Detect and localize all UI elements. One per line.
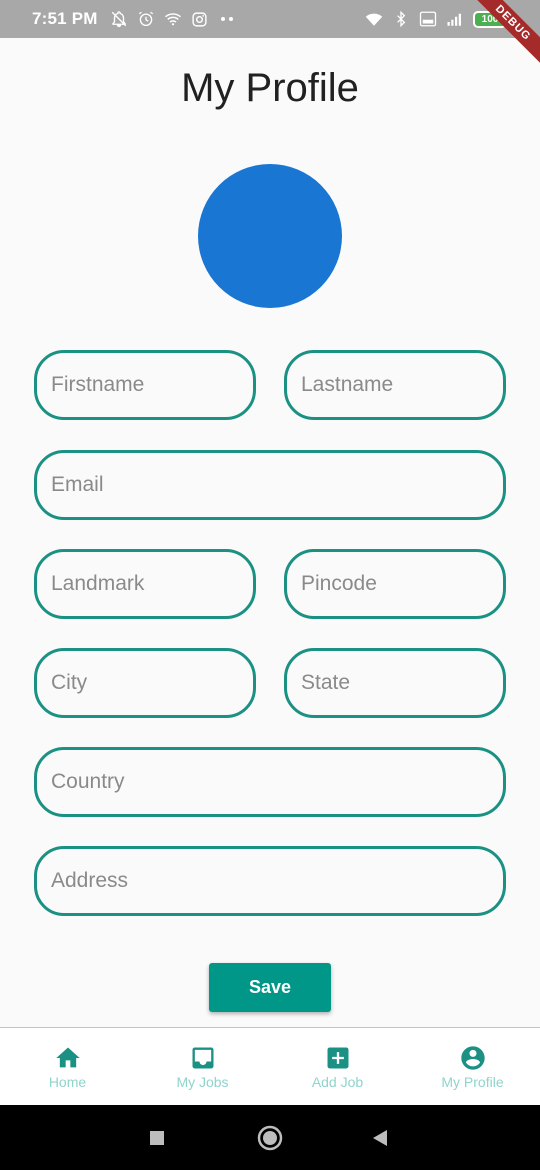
back-button[interactable] <box>371 1129 389 1147</box>
state-field[interactable] <box>284 648 506 718</box>
volte-icon <box>419 10 437 28</box>
lastname-field[interactable] <box>284 350 506 420</box>
avatar[interactable] <box>198 164 342 308</box>
system-nav-bar <box>0 1105 540 1170</box>
status-bar: 7:51 PM 100 <box>0 0 540 38</box>
wifi-signal-icon <box>365 10 383 28</box>
address-input[interactable] <box>51 869 503 893</box>
lastname-input[interactable] <box>301 373 503 397</box>
nav-item-home[interactable]: Home <box>0 1028 135 1105</box>
account-circle-icon <box>459 1044 487 1072</box>
firstname-field[interactable] <box>34 350 256 420</box>
wifi-icon <box>164 10 182 28</box>
home-icon <box>54 1044 82 1072</box>
email-field[interactable] <box>34 450 506 520</box>
status-left-icons <box>110 10 236 28</box>
nav-item-my-jobs[interactable]: My Jobs <box>135 1028 270 1105</box>
notifications-off-icon <box>110 10 128 28</box>
pincode-field[interactable] <box>284 549 506 619</box>
status-right-icons: 100 <box>365 10 510 28</box>
instagram-icon <box>191 10 209 28</box>
nav-label-home: Home <box>48 1074 87 1090</box>
nav-label-my-profile: My Profile <box>441 1074 504 1090</box>
landmark-input[interactable] <box>51 572 253 596</box>
bluetooth-icon <box>392 10 410 28</box>
recents-button[interactable] <box>149 1130 165 1146</box>
nav-item-add-job[interactable]: Add Job <box>270 1028 405 1105</box>
battery-icon: 100 <box>473 10 510 28</box>
country-field[interactable] <box>34 747 506 817</box>
bottom-nav: Home My Jobs Add Job My Profile <box>0 1027 540 1105</box>
country-input[interactable] <box>51 770 503 794</box>
page-title: My Profile <box>181 66 359 110</box>
firstname-input[interactable] <box>51 373 253 397</box>
cell-signal-icon <box>446 10 464 28</box>
nav-label-add-job: Add Job <box>311 1074 364 1090</box>
pincode-input[interactable] <box>301 572 503 596</box>
state-input[interactable] <box>301 671 503 695</box>
city-field[interactable] <box>34 648 256 718</box>
email-input[interactable] <box>51 473 503 497</box>
nav-item-my-profile[interactable]: My Profile <box>405 1028 540 1105</box>
alarm-icon <box>137 10 155 28</box>
more-dots-icon <box>218 10 236 28</box>
save-button[interactable]: Save <box>209 963 331 1012</box>
inbox-icon <box>189 1044 217 1072</box>
status-time: 7:51 PM <box>32 9 98 28</box>
add-box-icon <box>324 1044 352 1072</box>
home-button[interactable] <box>257 1125 283 1151</box>
city-input[interactable] <box>51 671 253 695</box>
landmark-field[interactable] <box>34 549 256 619</box>
address-field[interactable] <box>34 846 506 916</box>
battery-level: 100 <box>473 10 507 28</box>
nav-label-my-jobs: My Jobs <box>176 1074 229 1090</box>
